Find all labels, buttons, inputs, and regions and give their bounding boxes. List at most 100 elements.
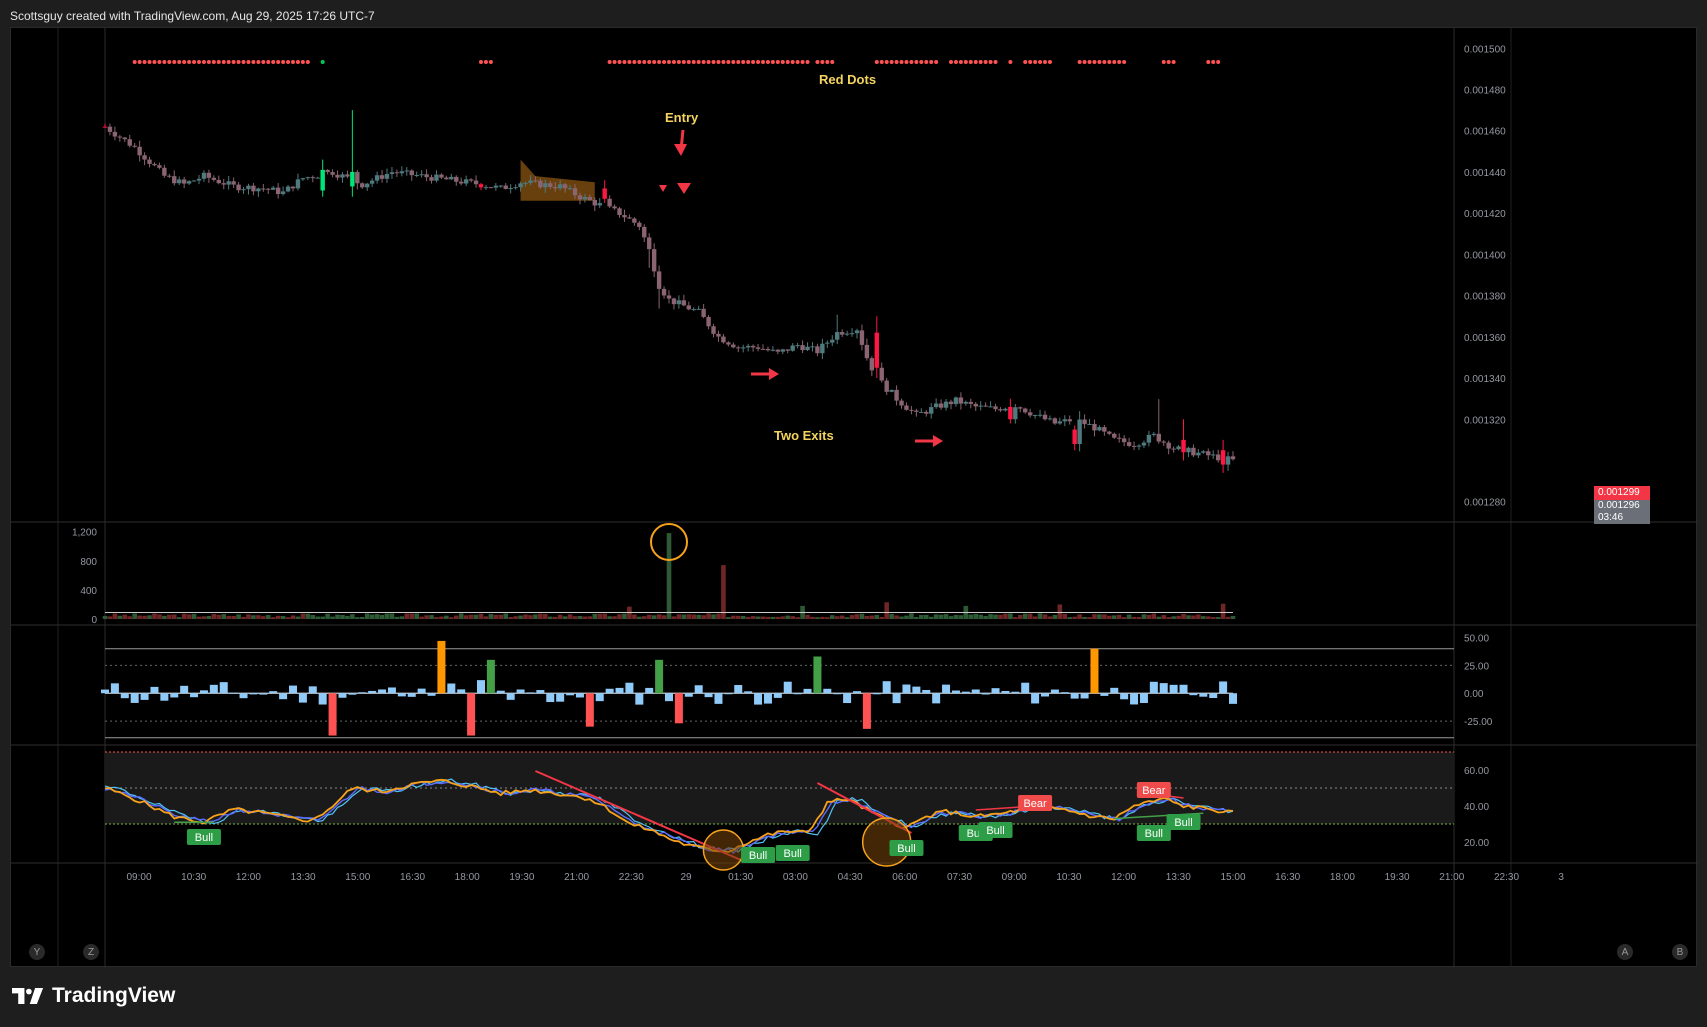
volume-bar	[646, 614, 652, 619]
volume-bar	[1111, 615, 1117, 619]
volume-bar	[904, 615, 909, 619]
red-dot	[958, 60, 963, 64]
red-dot	[746, 60, 751, 64]
red-dot	[241, 60, 246, 64]
candle-body	[444, 177, 449, 180]
red-dot	[197, 60, 201, 64]
red-dot	[899, 60, 904, 64]
volume-bar	[310, 615, 316, 619]
volume-bar	[216, 614, 222, 619]
volume-bar	[102, 615, 108, 619]
volume-bar	[864, 615, 870, 619]
volume-bar	[424, 615, 429, 619]
candle-body	[1072, 429, 1077, 444]
candle-body	[1121, 438, 1127, 443]
candle-body	[449, 176, 454, 180]
histogram-bar	[447, 683, 456, 694]
candle-body	[775, 349, 781, 352]
red-dot	[924, 60, 929, 64]
volume-bar	[666, 533, 672, 619]
red-dot	[785, 60, 790, 64]
candle-body	[869, 358, 875, 371]
chart-svg[interactable]: 0.001500 0.001480 0.001460 0.001440 0.001420…	[11, 28, 1698, 968]
candle-body	[968, 401, 973, 404]
volume-bar	[453, 615, 459, 619]
red-dot	[162, 60, 167, 64]
histogram-bar	[1179, 684, 1188, 694]
volume-bar	[691, 614, 697, 619]
volume-bar	[320, 616, 325, 619]
volume-bar	[884, 602, 889, 619]
red-dot	[1117, 60, 1122, 64]
volume-bar	[359, 616, 365, 619]
candle-body	[241, 189, 246, 191]
red-dot	[825, 60, 830, 64]
time-axis-tick-label: 12:00	[236, 872, 261, 883]
candle-body	[642, 226, 647, 238]
candle-body	[998, 409, 1003, 411]
volume-bar	[844, 617, 850, 619]
histogram-bar	[170, 693, 179, 698]
volume-bar	[330, 616, 335, 619]
corner-button-z[interactable]: Z	[83, 944, 99, 960]
volume-bar	[300, 613, 306, 619]
corner-button-y[interactable]: Y	[29, 944, 45, 960]
volume-bar	[750, 616, 756, 619]
volume-bar	[745, 616, 751, 619]
red-dot	[281, 60, 286, 64]
candle-body	[1136, 445, 1142, 447]
candle-body	[924, 411, 929, 414]
candle-body	[379, 175, 385, 179]
red-dot	[221, 60, 226, 64]
red-dot	[701, 60, 706, 64]
candle-body	[701, 308, 706, 317]
volume-bar	[340, 615, 345, 619]
candle-body	[162, 167, 167, 176]
histogram-bar	[674, 693, 683, 724]
candle-body	[468, 179, 474, 181]
volume-bar	[1121, 617, 1127, 619]
histogram-bar	[120, 693, 129, 699]
volume-bar	[602, 613, 607, 619]
candle-body	[1117, 437, 1122, 439]
green-dot	[320, 60, 325, 64]
volume-bar	[909, 613, 914, 619]
histogram-bar	[1090, 648, 1099, 694]
histogram-bar	[506, 693, 515, 700]
histogram-bar	[783, 681, 792, 694]
candle-body	[1047, 418, 1053, 420]
red-dot	[147, 60, 152, 64]
histogram-bar	[843, 693, 852, 704]
corner-button-b[interactable]: B	[1672, 944, 1688, 960]
candle-body	[1042, 414, 1048, 420]
tradingview-logo[interactable]: TradingView	[12, 984, 175, 1008]
histogram-bar	[803, 688, 812, 694]
red-dot	[246, 60, 251, 64]
entry-small-triangle	[659, 185, 667, 192]
volume-bar	[637, 616, 642, 619]
price-tag-prev-value: 0.001296	[1598, 500, 1640, 511]
candle-body	[493, 185, 499, 188]
histogram-bar	[1060, 692, 1069, 694]
candle-body	[196, 178, 202, 181]
red-dot	[726, 60, 731, 64]
histogram-bar	[486, 659, 495, 694]
time-axis-tick-label: 15:00	[345, 872, 370, 883]
volume-bar	[849, 615, 855, 619]
candle-body	[810, 346, 815, 348]
red-dot	[1216, 60, 1221, 64]
corner-button-a[interactable]: A	[1617, 944, 1633, 960]
red-dot	[1043, 60, 1047, 64]
histogram-bar	[1189, 693, 1198, 696]
histogram-bar	[417, 688, 426, 694]
histogram-bar	[1011, 691, 1020, 694]
histogram-bar	[595, 693, 604, 702]
candle-body	[538, 180, 543, 188]
volume-bar	[503, 613, 509, 619]
candle-body	[661, 288, 667, 296]
candle-body	[147, 159, 152, 164]
red-dot	[904, 60, 909, 64]
histogram-bar	[536, 690, 545, 694]
candle-body	[835, 332, 840, 340]
volume-bar	[528, 615, 533, 619]
